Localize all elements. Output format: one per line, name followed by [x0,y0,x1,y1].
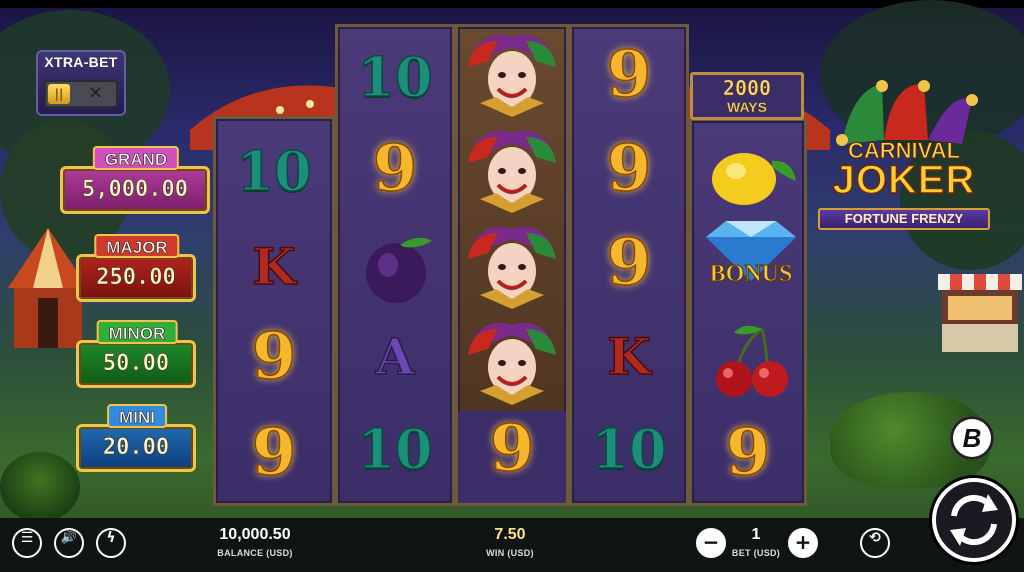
xtra-bet-toggle[interactable]: || ✕ [44,80,118,108]
logo-fortune-frenzy: FORTUNE FRENZY [818,208,990,230]
spin-arrows-icon [950,494,998,546]
popcorn-stall [938,274,1022,352]
sound-icon[interactable]: 🔊 [54,528,84,558]
ways-counter: 2000 WAYS [690,72,804,120]
symbol-9: 9 [606,224,652,301]
joker-icon [468,35,556,117]
bet-value: 1 [751,526,761,543]
reel-4: 9 9 9 K 10 [569,24,689,506]
jackpot-minor: MINOR 50.00 [76,320,198,392]
symbol-9: 9 [606,36,652,113]
joker-icon [468,323,556,405]
reel-1: 10 K 9 9 [213,116,335,506]
cherries-icon [716,325,788,397]
reel-2: 10 9 A 10 [335,24,455,506]
balance-value: 10,000.50 [219,526,291,543]
jackpot-mini: MINI 20.00 [76,404,198,476]
win-value: 7.50 [494,526,526,543]
joker-symbol [458,315,566,407]
pause-bars-icon: || [48,84,70,104]
symbol-9: 9 [725,414,771,491]
xtra-bet-panel: XTRA-BET || ✕ [36,50,126,116]
logo-joker: JOKER [832,157,976,203]
provider-logo-icon: B [950,416,994,460]
bet-increase-button[interactable]: + [788,528,818,558]
spin-button[interactable] [932,478,1016,562]
symbol-9: 9 [458,410,566,503]
plum-symbol [338,227,452,307]
lemon-icon [712,153,796,205]
bush [0,452,80,522]
bonus-label: BONUS [709,261,793,288]
lemon-symbol [692,141,804,211]
x-icon: ✕ [88,83,104,104]
joker-symbol [458,219,566,311]
jackpot-major: MAJOR 250.00 [76,234,198,306]
joker-symbol [458,123,566,215]
reel-5: BONUS 9 [689,118,807,506]
balance-label: BALANCE (USD) [217,548,293,558]
win-label: WIN (USD) [486,548,534,558]
jackpot-value: 250.00 [76,254,196,302]
symbol-a: A [375,326,415,387]
jackpot-value: 50.00 [76,340,196,388]
diamond-bonus-symbol: BONUS [692,219,804,299]
symbol-10: 10 [236,138,313,204]
reel-3: 9 [455,24,569,506]
joker-icon [468,131,556,213]
jackpot-value: 20.00 [76,424,196,472]
symbol-10: 10 [357,416,434,482]
symbol-k: K [252,236,297,297]
symbol-9: 9 [251,414,297,491]
bottom-bar: ☰ 🔊 ϟ 10,000.50 BALANCE (USD) 7.50 WIN (… [0,518,1024,572]
joker-symbol [458,27,566,119]
plum-icon [366,237,432,303]
bet-decrease-button[interactable]: − [696,528,726,558]
symbol-k: K [607,326,652,387]
symbol-9: 9 [606,130,652,207]
game-logo: CARNIVAL JOKER FORTUNE FRENZY [812,80,996,240]
turbo-lightning-icon[interactable]: ϟ [96,528,126,558]
game-scene: XTRA-BET || ✕ GRAND 5,000.00 MAJOR 250.0… [0,0,1024,572]
jackpot-title: GRAND [92,146,180,170]
bet-label: BET (USD) [731,548,781,558]
jackpot-title: MINOR [96,320,178,344]
jackpot-title: MINI [107,404,167,428]
joker-icon [468,227,556,309]
symbol-9: 9 [372,130,418,207]
ways-count: 2000 [722,76,772,100]
jackpot-title: MAJOR [94,234,180,258]
jackpot-grand: GRAND 5,000.00 [60,146,212,218]
menu-icon[interactable]: ☰ [12,528,42,558]
cherries-symbol [692,321,804,401]
top-bar [0,0,1024,8]
symbol-10: 10 [357,44,434,110]
symbol-10: 10 [591,416,668,482]
jackpot-value: 5,000.00 [60,166,210,214]
autoplay-icon[interactable]: ⟲ [860,528,890,558]
xtra-bet-label: XTRA-BET [44,54,118,70]
symbol-9: 9 [251,318,297,395]
ways-label: WAYS [727,99,767,115]
